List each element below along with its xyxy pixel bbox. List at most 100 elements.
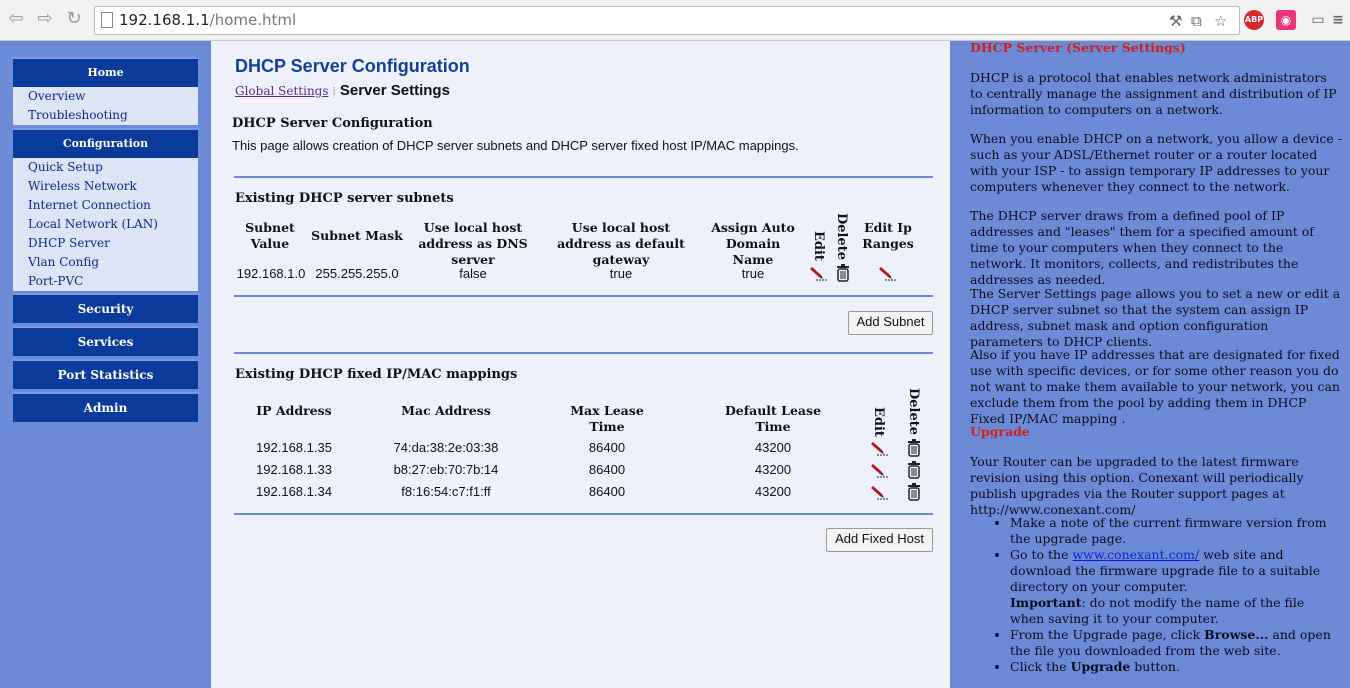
nav-item-port-pvc[interactable]: Port-PVC	[13, 272, 198, 291]
cell-ip: 192.168.1.34	[256, 484, 332, 499]
nav-services[interactable]: Services	[13, 326, 198, 356]
help-paragraph: Also if you have IP addresses that are d…	[970, 347, 1341, 426]
cell-default-lease: 43200	[754, 484, 792, 499]
divider	[234, 513, 933, 515]
back-icon[interactable]: ⇦	[5, 8, 27, 30]
col-subnet-mask: Subnet Mask	[311, 228, 403, 243]
nav-item-quick-setup[interactable]: Quick Setup	[13, 158, 198, 177]
col-max-lease: Max Lease Time	[570, 403, 644, 434]
upgrade-heading: Upgrade	[970, 424, 1030, 439]
cell-mac: f8:16:54:c7:f1:ff	[401, 484, 491, 499]
nav-admin[interactable]: Admin	[13, 392, 198, 422]
nav-port-statistics[interactable]: Port Statistics	[13, 359, 198, 389]
camera-icon[interactable]: ◉	[1276, 10, 1296, 30]
col-subnet-value: Subnet Value	[245, 220, 295, 251]
delete-trash-icon[interactable]	[907, 439, 921, 457]
edit-ip-ranges-icon[interactable]	[879, 264, 897, 282]
cell-mask: 255.255.255.0	[315, 266, 399, 281]
nav-item-local-network[interactable]: Local Network (LAN)	[13, 215, 198, 234]
cell-mac: b8:27:eb:70:7b:14	[393, 462, 499, 477]
help-panel: DHCP Server (Server Settings) DHCP is a …	[952, 40, 1350, 688]
edit-pencil-icon[interactable]	[810, 264, 828, 282]
delete-trash-icon[interactable]	[907, 483, 921, 501]
adblock-icon[interactable]: ABP	[1244, 10, 1264, 30]
upgrade-steps: Make a note of the current firmware vers…	[970, 515, 1342, 675]
nav-security[interactable]: Security	[13, 293, 198, 323]
help-paragraph: Your Router can be upgraded to the lates…	[970, 454, 1304, 517]
breadcrumb-current: Server Settings	[339, 82, 450, 99]
help-paragraph: The Server Settings page allows you to s…	[970, 286, 1341, 349]
cell-ip: 192.168.1.33	[256, 462, 332, 477]
nav-config-list: Quick Setup Wireless Network Internet Co…	[13, 158, 198, 291]
cell-default-lease: 43200	[754, 462, 792, 477]
cell-ip: 192.168.1.35	[256, 440, 332, 455]
left-navigation: Home Overview Troubleshooting Configurat…	[0, 41, 210, 688]
page-description: This page allows creation of DHCP server…	[232, 138, 799, 153]
nav-item-overview[interactable]: Overview	[13, 87, 198, 106]
nav-item-dhcp-server[interactable]: DHCP Server	[13, 234, 198, 253]
nav-home[interactable]: Home	[13, 57, 198, 87]
page-title: DHCP Server Configuration	[235, 56, 470, 76]
cast-icon[interactable]: ▭	[1308, 10, 1328, 30]
forward-icon[interactable]: ⇨	[34, 8, 56, 30]
nav-item-vlan-config[interactable]: Vlan Config	[13, 253, 198, 272]
url-text: 192.168.1.1/home.html	[119, 11, 297, 29]
cell-gateway: true	[609, 266, 633, 281]
edit-pencil-icon[interactable]	[871, 461, 889, 479]
main-content: DHCP Server Configuration Global Setting…	[211, 41, 950, 688]
conexant-link[interactable]: www.conexant.com/	[1072, 547, 1199, 562]
col-edit-ip-ranges: Edit Ip Ranges	[862, 220, 914, 251]
section-heading: DHCP Server Configuration	[232, 116, 433, 131]
browser-toolbar: ⇦ ⇨ ↻ 192.168.1.1/home.html ⚒ ⧉ ☆ ABP ◉ …	[0, 0, 1350, 41]
col-dns: Use local host address as DNS server	[418, 220, 528, 267]
address-bar[interactable]: 192.168.1.1/home.html ⚒ ⧉ ☆	[94, 6, 1240, 35]
nav-configuration[interactable]: Configuration	[13, 128, 198, 158]
help-paragraph: DHCP is a protocol that enables network …	[970, 70, 1337, 117]
breadcrumb-separator: ⁞	[332, 84, 336, 98]
help-paragraph: When you enable DHCP on a network, you a…	[970, 131, 1342, 194]
list-item: Go to the www.conexant.com/ web site and…	[1010, 547, 1342, 627]
bookmark-star-icon[interactable]: ☆	[1214, 12, 1227, 30]
divider	[234, 176, 933, 178]
col-ip-address: IP Address	[256, 403, 332, 418]
list-item: Click the Upgrade button.	[1010, 659, 1342, 675]
nav-item-troubleshooting[interactable]: Troubleshooting	[13, 106, 198, 125]
tools-icon[interactable]: ⚒	[1169, 12, 1182, 30]
cell-max-lease: 86400	[588, 440, 626, 455]
nav-item-wireless-network[interactable]: Wireless Network	[13, 177, 198, 196]
col-gateway: Use local host address as default gatewa…	[557, 220, 685, 267]
cell-subnet: 192.168.1.0	[236, 266, 306, 281]
page-icon	[101, 12, 113, 28]
divider	[234, 352, 933, 354]
cell-dns: false	[459, 266, 487, 281]
menu-icon[interactable]: ≡	[1332, 10, 1344, 30]
cell-max-lease: 86400	[588, 462, 626, 477]
edit-pencil-icon[interactable]	[871, 483, 889, 501]
cell-max-lease: 86400	[588, 484, 626, 499]
delete-trash-icon[interactable]	[836, 264, 850, 282]
cell-mac: 74:da:38:2e:03:38	[393, 440, 499, 455]
nav-item-internet-connection[interactable]: Internet Connection	[13, 196, 198, 215]
list-item: Make a note of the current firmware vers…	[1010, 515, 1342, 547]
nav-home-list: Overview Troubleshooting	[13, 87, 198, 125]
reload-icon[interactable]: ↻	[63, 8, 85, 30]
list-item: From the Upgrade page, click Browse... a…	[1010, 627, 1342, 659]
col-default-lease: Default Lease Time	[724, 403, 822, 434]
add-fixed-host-button[interactable]: Add Fixed Host	[826, 528, 933, 552]
col-auto-domain: Assign Auto Domain Name	[711, 220, 795, 267]
cell-auto-domain: true	[741, 266, 765, 281]
translate-icon[interactable]: ⧉	[1191, 12, 1202, 30]
col-mac-address: Mac Address	[401, 403, 491, 418]
delete-trash-icon[interactable]	[907, 461, 921, 479]
col-delete: Delete	[906, 388, 921, 436]
edit-pencil-icon[interactable]	[871, 439, 889, 457]
col-edit: Edit	[811, 231, 826, 261]
help-heading: DHCP Server (Server Settings)	[970, 40, 1186, 55]
help-paragraph: The DHCP server draws from a defined poo…	[970, 208, 1314, 287]
breadcrumb-global-settings[interactable]: Global Settings	[235, 84, 329, 98]
breadcrumb: Global Settings ⁞ Server Settings	[235, 82, 450, 99]
col-edit: Edit	[871, 407, 886, 437]
divider	[234, 295, 933, 297]
add-subnet-button[interactable]: Add Subnet	[848, 311, 933, 335]
hosts-heading: Existing DHCP fixed IP/MAC mappings	[235, 367, 518, 382]
